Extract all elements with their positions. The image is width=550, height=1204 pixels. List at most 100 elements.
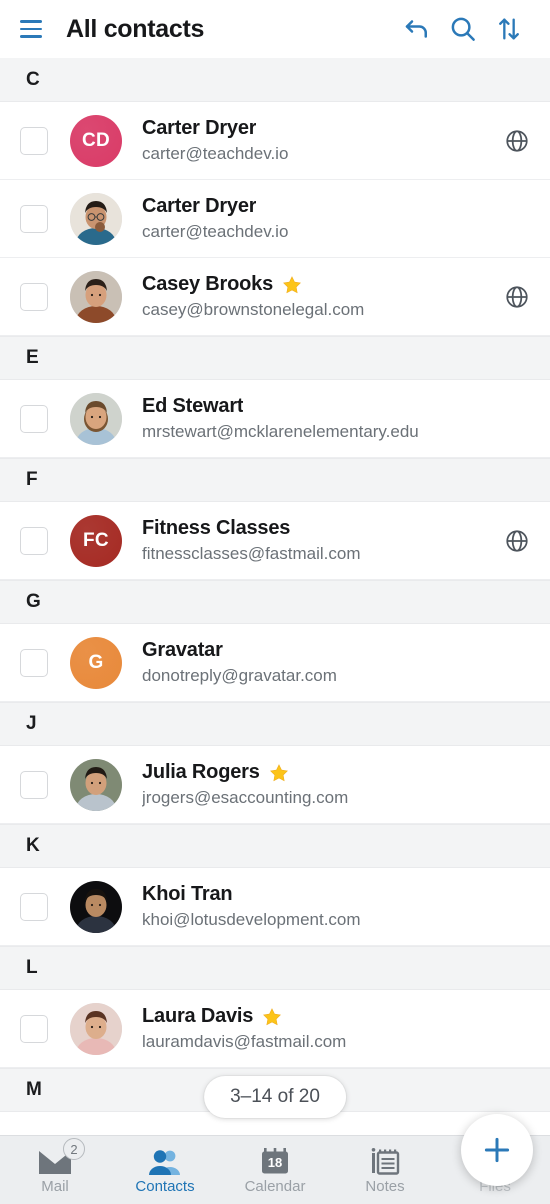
page-title: All contacts	[66, 14, 205, 43]
contact-meta: Carter Dryer carter@teachdev.io	[142, 195, 492, 242]
contact-meta: Carter Dryer carter@teachdev.io	[142, 117, 492, 164]
avatar: CD	[70, 114, 122, 167]
unread-badge: 2	[63, 1138, 85, 1160]
nav-item-label: Mail	[41, 1178, 69, 1195]
app-header: All contacts	[0, 0, 550, 58]
avatar	[70, 880, 122, 933]
pagination-count-pill[interactable]: 3–14 of 20	[204, 1076, 346, 1118]
contacts-icon	[147, 1145, 183, 1175]
notes-icon	[371, 1148, 400, 1175]
mail-icon: 2	[38, 1138, 85, 1175]
hamburger-icon[interactable]	[14, 12, 48, 46]
contact-list[interactable]: C CD Carter Dryer carter@teachdev.io Carter …	[0, 58, 550, 1135]
contact-row[interactable]: FC Fitness Classes fitnessclasses@fastmail…	[0, 502, 550, 580]
plus-icon	[484, 1137, 510, 1163]
favorite-star-icon	[263, 1007, 282, 1025]
globe-icon[interactable]	[504, 128, 530, 154]
contact-meta: Ed Stewart mrstewart@mcklarenelementary.e…	[142, 395, 492, 442]
avatar-initials: G	[88, 651, 104, 673]
avatar-initials: CD	[81, 129, 111, 151]
contact-row[interactable]: CD Carter Dryer carter@teachdev.io	[0, 102, 550, 180]
section-header-f: F	[0, 458, 550, 502]
contact-row[interactable]: Laura Davis lauramdavis@fastmail.com	[0, 990, 550, 1068]
contact-name: Carter Dryer	[142, 117, 257, 139]
contact-row[interactable]: Casey Brooks casey@brownstonelegal.com	[0, 258, 550, 336]
avatar: FC	[70, 514, 122, 567]
section-header-l: L	[0, 946, 550, 990]
contact-email: fitnessclasses@fastmail.com	[142, 544, 361, 563]
sort-icon[interactable]	[486, 9, 532, 49]
contact-name: Fitness Classes	[142, 517, 291, 539]
svg-text:18: 18	[268, 1155, 282, 1170]
contact-email: carter@teachdev.io	[142, 222, 289, 241]
contact-name: Julia Rogers	[142, 761, 260, 783]
contact-name-line: Ed Stewart	[142, 395, 492, 418]
nav-item-notes[interactable]: Notes	[330, 1136, 440, 1204]
avatar: G	[70, 636, 122, 689]
contact-name: Carter Dryer	[142, 195, 257, 217]
section-header-e: E	[0, 336, 550, 380]
contact-row[interactable]: Julia Rogers jrogers@esaccounting.com	[0, 746, 550, 824]
contact-name-line: Carter Dryer	[142, 195, 492, 218]
contact-email: jrogers@esaccounting.com	[142, 788, 349, 807]
avatar	[70, 392, 122, 445]
contact-meta: Gravatar donotreply@gravatar.com	[142, 639, 492, 686]
globe-icon[interactable]	[504, 284, 530, 310]
notes-icon	[370, 1145, 400, 1175]
contact-email: carter@teachdev.io	[142, 144, 289, 163]
contact-checkbox[interactable]	[20, 770, 48, 799]
add-contact-fab[interactable]	[461, 1114, 533, 1186]
nav-item-label: Notes	[365, 1178, 405, 1195]
contact-row[interactable]: G Gravatar donotreply@gravatar.com	[0, 624, 550, 702]
contact-name: Casey Brooks	[142, 273, 273, 295]
nav-item-label: Contacts	[135, 1178, 195, 1195]
contact-meta: Fitness Classes fitnessclasses@fastmail.c…	[142, 517, 492, 564]
favorite-star-icon	[269, 763, 288, 781]
avatar	[70, 758, 122, 811]
contact-name-line: Laura Davis	[142, 1005, 492, 1028]
nav-item-contacts[interactable]: Contacts	[110, 1136, 220, 1204]
contact-checkbox[interactable]	[20, 404, 48, 433]
undo-icon[interactable]	[394, 9, 440, 49]
contact-name: Khoi Tran	[142, 883, 233, 905]
section-header-k: K	[0, 824, 550, 868]
avatar	[70, 1002, 122, 1055]
contact-checkbox[interactable]	[20, 648, 48, 677]
nav-item-calendar[interactable]: 18 Calendar	[220, 1136, 330, 1204]
contact-checkbox[interactable]	[20, 892, 48, 921]
avatar-initials: FC	[83, 529, 109, 551]
contact-email: casey@brownstonelegal.com	[142, 300, 365, 319]
contact-name-line: Fitness Classes	[142, 517, 492, 540]
contact-meta: Julia Rogers jrogers@esaccounting.com	[142, 761, 492, 808]
contacts-icon	[149, 1150, 180, 1175]
contact-name: Ed Stewart	[142, 395, 244, 417]
contact-email: lauramdavis@fastmail.com	[142, 1032, 347, 1051]
globe-icon[interactable]	[504, 528, 530, 554]
contact-name: Laura Davis	[142, 1005, 254, 1027]
contact-checkbox[interactable]	[20, 526, 48, 555]
contact-row[interactable]: Carter Dryer carter@teachdev.io	[0, 180, 550, 258]
contact-checkbox[interactable]	[20, 126, 48, 155]
contact-meta: Casey Brooks casey@brownstonelegal.com	[142, 273, 492, 320]
avatar	[70, 192, 122, 245]
favorite-star-icon	[283, 275, 301, 293]
nav-item-label: Calendar	[244, 1178, 306, 1195]
search-icon[interactable]	[440, 9, 486, 49]
contact-name-line: Casey Brooks	[142, 273, 492, 296]
contact-name-line: Gravatar	[142, 639, 492, 662]
contact-name-line: Julia Rogers	[142, 761, 492, 784]
contacts-app: All contacts C CD Carter Dryer carter@teach…	[0, 0, 550, 1204]
avatar	[70, 270, 122, 323]
contact-row[interactable]: Ed Stewart mrstewart@mcklarenelementary.e…	[0, 380, 550, 458]
contact-checkbox[interactable]	[20, 1014, 48, 1043]
section-header-j: J	[0, 702, 550, 746]
section-header-c: C	[0, 58, 550, 102]
nav-item-mail[interactable]: 2 Mail	[0, 1136, 110, 1204]
contact-email: mrstewart@mcklarenelementary.edu	[142, 422, 419, 441]
contact-name-line: Carter Dryer	[142, 117, 492, 140]
contact-checkbox[interactable]	[20, 282, 48, 311]
contact-row[interactable]: Khoi Tran khoi@lotusdevelopment.com	[0, 868, 550, 946]
contact-checkbox[interactable]	[20, 204, 48, 233]
contact-name: Gravatar	[142, 639, 223, 661]
contact-meta: Laura Davis lauramdavis@fastmail.com	[142, 1005, 492, 1052]
